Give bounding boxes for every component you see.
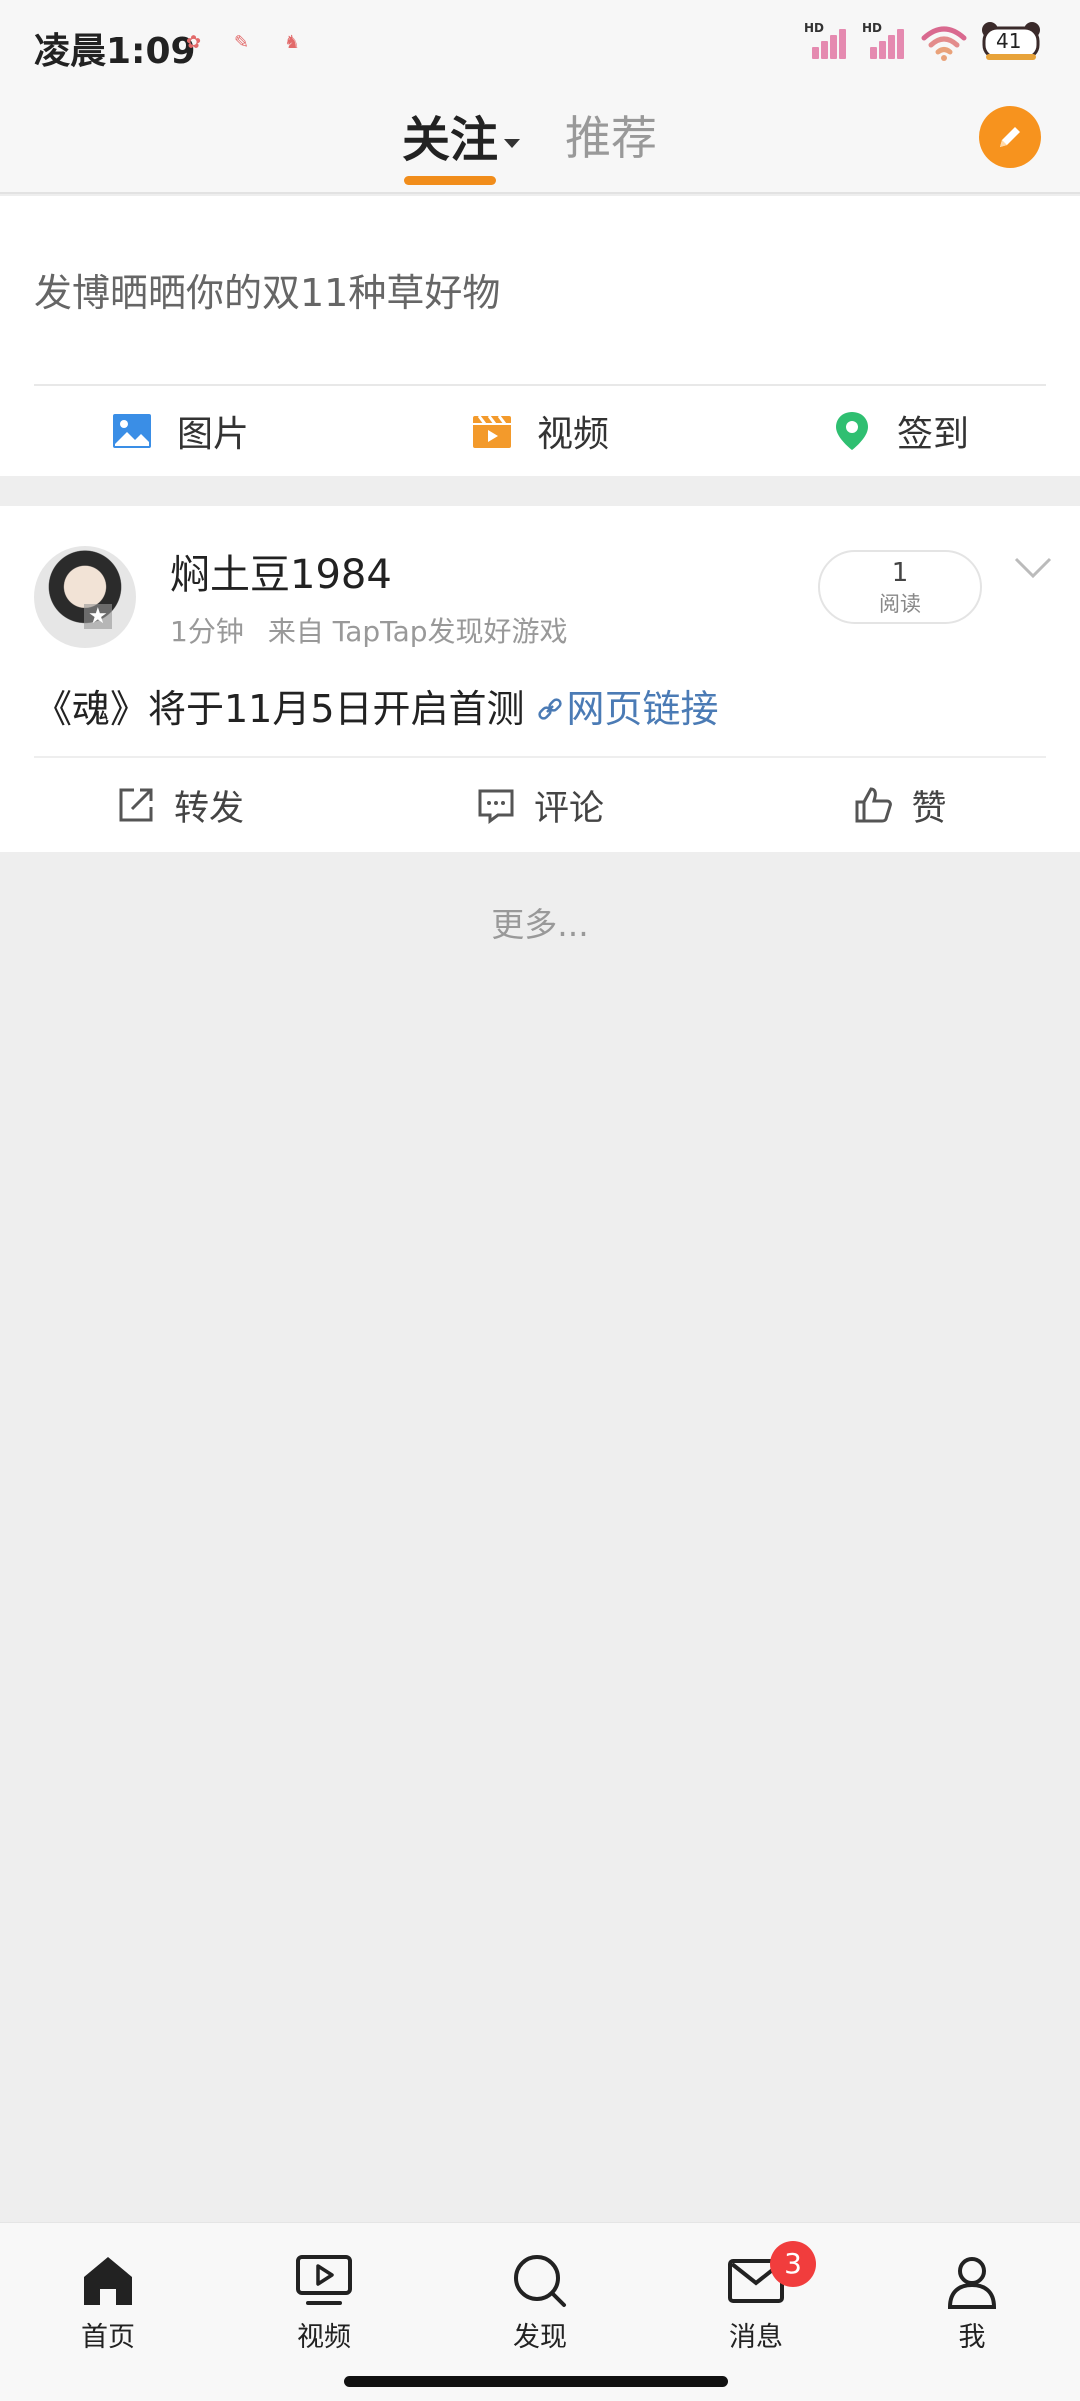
image-icon [112,414,151,448]
video-clapper-icon [472,415,511,448]
link-icon [537,698,562,720]
profile-icon [947,2257,997,2309]
notification-icon: ✿ [186,32,202,53]
comment-button[interactable]: 评论 [360,758,720,852]
search-icon [514,2255,566,2307]
nav-discover[interactable]: 发现 [480,2251,600,2354]
bottom-navigation: 首页 视频 发现 3 消息 我 [0,2222,1080,2401]
nav-video[interactable]: 视频 [264,2251,384,2354]
post-time: 1分钟 [170,615,244,648]
comment-icon [478,789,514,824]
tab-recommend[interactable]: 推荐 [565,102,657,168]
post-card: ★ 焖土豆1984 1分钟 来自 TapTap发现好游戏 1 阅读 《魂》将于11… [0,506,1080,852]
post-username[interactable]: 焖土豆1984 [170,542,392,600]
chevron-down-icon[interactable] [1014,556,1052,580]
home-indicator[interactable] [344,2376,728,2387]
notification-icon: ♞ [284,32,301,53]
signal-icon: HD [862,21,908,63]
video-button[interactable]: 视频 [360,386,720,476]
avatar[interactable]: ★ [34,546,136,648]
battery-level: 41 [996,29,1022,53]
signal-icon: HD [804,21,850,63]
top-navigation: 关注 推荐 [0,90,1080,194]
post-meta: 1分钟 来自 TapTap发现好游戏 [170,610,592,650]
notification-icon: ✎ [234,32,250,53]
read-count: 1 [891,558,909,588]
nav-home[interactable]: 首页 [48,2251,168,2354]
share-icon [119,788,153,822]
avatar-badge: ★ [84,604,112,629]
post-source: 来自 TapTap发现好游戏 [267,615,568,648]
caret-down-icon [504,138,521,148]
video-play-icon [296,2255,352,2305]
status-time: 凌晨1:09 [34,31,196,72]
like-button[interactable]: 赞 [720,758,1080,852]
load-more[interactable]: 更多... [0,898,1080,946]
status-bar: 凌晨1:09 ✿ ✎ ♞ HD HD 41 [0,0,1080,90]
pencil-icon [1000,127,1020,147]
thumbs-up-icon [855,787,893,823]
location-pin-icon [835,412,868,450]
nav-profile[interactable]: 我 [912,2251,1032,2354]
compose-button[interactable] [979,106,1041,168]
repost-button[interactable]: 转发 [0,758,360,852]
status-icons: HD HD 41 [804,20,1042,64]
post-composer: 发博晒晒你的双11种草好物 图片 视频 签到 [0,196,1080,476]
image-button[interactable]: 图片 [0,386,360,476]
composer-input[interactable]: 发博晒晒你的双11种草好物 [34,262,500,317]
wifi-icon [921,26,967,61]
home-icon [84,2257,132,2305]
read-label: 阅读 [879,592,921,616]
nav-messages[interactable]: 3 消息 [696,2241,816,2354]
message-badge: 3 [770,2241,816,2287]
active-tab-indicator [404,176,496,185]
read-count-badge: 1 阅读 [818,550,982,624]
post-text: 《魂》将于11月5日开启首测 网页链接 [34,687,719,731]
checkin-button[interactable]: 签到 [720,386,1080,476]
battery-icon: 41 [980,20,1042,64]
web-link[interactable]: 网页链接 [535,687,719,731]
tab-follow[interactable]: 关注 [402,100,521,170]
